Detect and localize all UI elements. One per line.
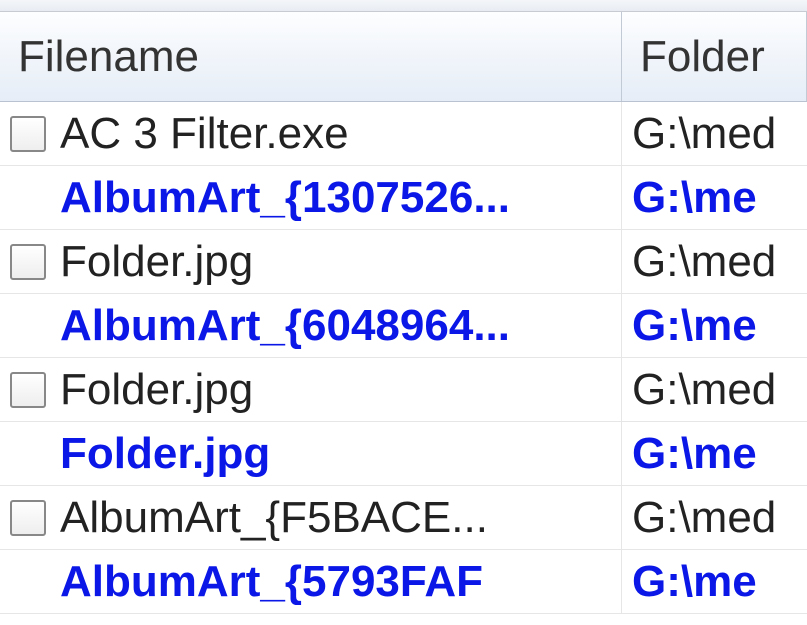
filename-label: AC 3 Filter.exe [60, 109, 349, 159]
cell-folder: G:\med [622, 358, 807, 421]
column-header-filename[interactable]: Filename [0, 12, 622, 101]
table-row[interactable]: AlbumArt_{6048964... G:\me [0, 294, 807, 358]
table-row[interactable]: Folder.jpg G:\med [0, 358, 807, 422]
table-row[interactable]: AlbumArt_{5793FAF G:\me [0, 550, 807, 614]
cell-filename: AlbumArt_{1307526... [0, 166, 622, 229]
folder-label: G:\med [632, 109, 776, 159]
table-row[interactable]: Folder.jpg G:\me [0, 422, 807, 486]
row-checkbox[interactable] [10, 116, 46, 152]
checkbox-slot [10, 372, 60, 408]
table-row[interactable]: AlbumArt_{1307526... G:\me [0, 166, 807, 230]
row-checkbox[interactable] [10, 244, 46, 280]
folder-label: G:\me [632, 173, 757, 223]
table-row[interactable]: Folder.jpg G:\med [0, 230, 807, 294]
filename-label: AlbumArt_{6048964... [60, 301, 510, 351]
table-row[interactable]: AlbumArt_{F5BACE... G:\med [0, 486, 807, 550]
row-checkbox[interactable] [10, 372, 46, 408]
cell-folder: G:\med [622, 102, 807, 165]
filename-label: AlbumArt_{F5BACE... [60, 493, 488, 543]
folder-label: G:\med [632, 493, 776, 543]
column-header-filename-label: Filename [18, 32, 199, 82]
checkbox-slot [10, 116, 60, 152]
cell-folder: G:\me [622, 166, 807, 229]
folder-label: G:\med [632, 365, 776, 415]
cell-filename: AlbumArt_{F5BACE... [0, 486, 622, 549]
folder-label: G:\me [632, 301, 757, 351]
toolbar-strip [0, 0, 807, 12]
folder-label: G:\me [632, 429, 757, 479]
cell-folder: G:\med [622, 486, 807, 549]
filename-label: AlbumArt_{5793FAF [60, 557, 483, 607]
cell-folder: G:\med [622, 230, 807, 293]
filename-label: Folder.jpg [60, 237, 253, 287]
file-table: Filename Folder AC 3 Filter.exeG:\medAlb… [0, 12, 807, 614]
cell-filename: AlbumArt_{6048964... [0, 294, 622, 357]
column-header-folder-label: Folder [640, 32, 765, 82]
cell-filename: AlbumArt_{5793FAF [0, 550, 622, 613]
table-header-row: Filename Folder [0, 12, 807, 102]
checkbox-slot [10, 500, 60, 536]
cell-filename: Folder.jpg [0, 422, 622, 485]
filename-label: AlbumArt_{1307526... [60, 173, 510, 223]
cell-folder: G:\me [622, 422, 807, 485]
folder-label: G:\me [632, 557, 757, 607]
cell-folder: G:\me [622, 294, 807, 357]
folder-label: G:\med [632, 237, 776, 287]
cell-filename: Folder.jpg [0, 230, 622, 293]
filename-label: Folder.jpg [60, 365, 253, 415]
column-header-folder[interactable]: Folder [622, 12, 807, 101]
cell-filename: AC 3 Filter.exe [0, 102, 622, 165]
checkbox-slot [10, 244, 60, 280]
filename-label: Folder.jpg [60, 429, 270, 479]
row-checkbox[interactable] [10, 500, 46, 536]
cell-folder: G:\me [622, 550, 807, 613]
cell-filename: Folder.jpg [0, 358, 622, 421]
table-row[interactable]: AC 3 Filter.exe G:\med [0, 102, 807, 166]
table-body: AC 3 Filter.exe G:\med AlbumArt_{1307526..… [0, 102, 807, 614]
